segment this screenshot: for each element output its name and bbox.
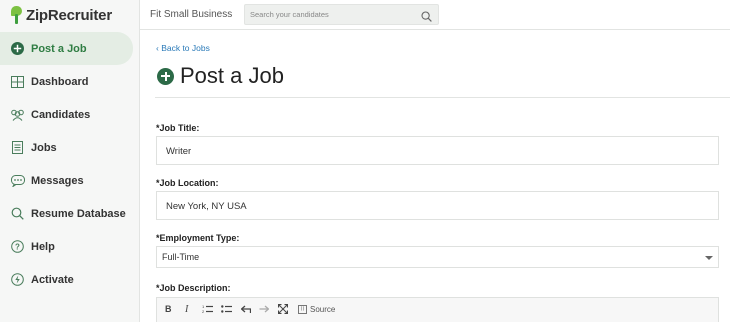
- dashboard-icon: [10, 74, 25, 89]
- sidebar-item-candidates[interactable]: Candidates: [0, 98, 140, 131]
- job-title-value: Writer: [166, 146, 192, 157]
- italic-button[interactable]: I: [185, 303, 188, 315]
- numbered-list-icon[interactable]: 12: [202, 303, 213, 315]
- page-title: Post a Job: [157, 63, 284, 89]
- search-icon: [10, 206, 25, 221]
- source-button[interactable]: ⟨⟩ Source: [298, 303, 335, 315]
- plus-circle-icon: [10, 41, 25, 56]
- sidebar-item-post-a-job[interactable]: Post a Job: [0, 32, 133, 65]
- sidebar-item-label: Jobs: [31, 141, 57, 154]
- bold-button[interactable]: B: [165, 303, 172, 315]
- document-icon: [10, 140, 25, 155]
- job-description-editor-toolbar: B I 12 ⟨⟩ Source: [156, 297, 719, 322]
- page-title-text: Post a Job: [180, 63, 284, 88]
- back-to-jobs-link[interactable]: ‹ Back to Jobs: [156, 43, 210, 53]
- sidebar-item-activate[interactable]: Activate: [0, 263, 140, 296]
- source-label: Source: [310, 304, 336, 314]
- job-location-value: New York, NY USA: [166, 201, 247, 212]
- svg-text:2: 2: [202, 309, 205, 314]
- sidebar-nav: Post a Job Dashboard Candidates Jobs Mes…: [0, 32, 140, 296]
- sidebar-item-dashboard[interactable]: Dashboard: [0, 65, 140, 98]
- title-divider: [155, 97, 730, 98]
- logo-text: ZipRecruiter: [26, 6, 112, 24]
- sidebar: ZipRecruiter Post a Job Dashboard Candid…: [0, 0, 140, 322]
- company-name[interactable]: Fit Small Business: [150, 9, 232, 20]
- sidebar-item-jobs[interactable]: Jobs: [0, 131, 140, 164]
- sidebar-item-label: Post a Job: [31, 42, 87, 55]
- job-title-field[interactable]: Writer: [156, 136, 719, 165]
- activate-icon: [10, 272, 25, 287]
- undo-icon[interactable]: [241, 303, 251, 315]
- job-location-field[interactable]: New York, NY USA: [156, 191, 719, 220]
- employment-type-select[interactable]: Full-Time: [156, 246, 719, 268]
- sidebar-item-label: Messages: [31, 174, 84, 187]
- maximize-icon[interactable]: [278, 303, 288, 315]
- bulleted-list-icon[interactable]: [221, 303, 232, 315]
- search-input[interactable]: Search your candidates: [244, 4, 439, 25]
- sidebar-item-label: Resume Database: [31, 207, 126, 220]
- sidebar-item-messages[interactable]: Messages: [0, 164, 140, 197]
- job-description-label: *Job Description:: [156, 283, 231, 293]
- sidebar-item-resume-database[interactable]: Resume Database: [0, 197, 140, 230]
- search-icon[interactable]: [421, 9, 432, 27]
- sidebar-item-label: Activate: [31, 273, 74, 286]
- sidebar-item-label: Candidates: [31, 108, 91, 121]
- chevron-down-icon: [705, 256, 713, 260]
- redo-icon[interactable]: [259, 303, 269, 315]
- logo-leaf-icon: [10, 6, 23, 24]
- plus-circle-icon: [157, 67, 174, 85]
- sidebar-item-label: Help: [31, 240, 55, 253]
- sidebar-item-label: Dashboard: [31, 75, 89, 88]
- job-title-label: *Job Title:: [156, 123, 200, 133]
- search-placeholder: Search your candidates: [250, 10, 329, 19]
- employment-type-label: *Employment Type:: [156, 233, 240, 243]
- sidebar-item-help[interactable]: ? Help: [0, 230, 140, 263]
- svg-text:?: ?: [15, 242, 20, 251]
- people-icon: [10, 107, 25, 122]
- employment-type-value: Full-Time: [162, 252, 200, 262]
- help-icon: ?: [10, 239, 25, 254]
- ziprecruiter-logo[interactable]: ZipRecruiter: [10, 4, 112, 26]
- chat-bubble-icon: [10, 173, 25, 188]
- job-location-label: *Job Location:: [156, 178, 219, 188]
- source-icon: ⟨⟩: [298, 304, 307, 314]
- top-bar: Fit Small Business Search your candidate…: [140, 0, 730, 30]
